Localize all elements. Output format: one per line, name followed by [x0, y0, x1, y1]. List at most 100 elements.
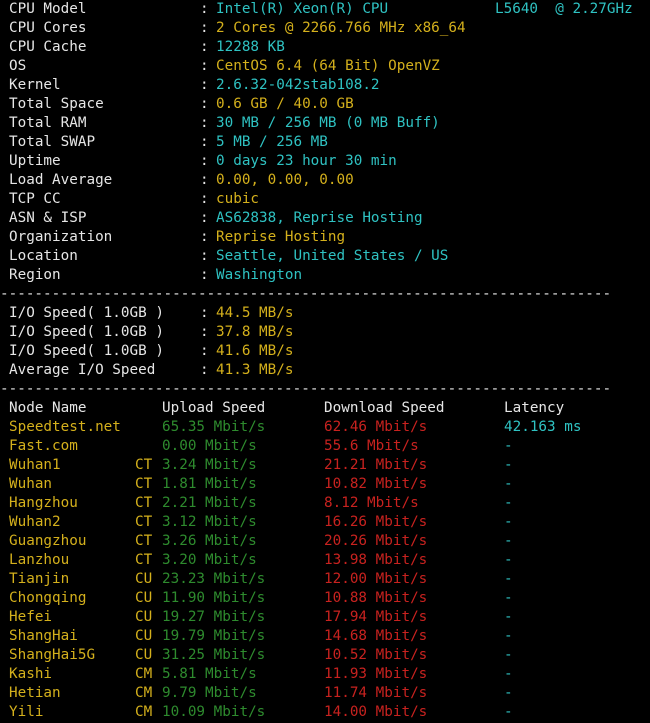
speed-row: Wuhan2 CT 3.12 Mbit/s 16.26 Mbit/s - — [0, 513, 650, 532]
upload-speed: 9.79 Mbit/s — [162, 685, 257, 701]
sysinfo-value: Seattle, United States / US — [216, 248, 449, 264]
io-row: I/O Speed( 1.0GB ):37.8 MB/s — [0, 323, 650, 342]
speed-row: Hetian CM 9.79 Mbit/s 11.74 Mbit/s - — [0, 684, 650, 703]
node-name: Fast.com — [9, 438, 78, 454]
isp-label: CU — [135, 571, 153, 587]
separator: : — [200, 210, 209, 226]
upload-speed: 3.12 Mbit/s — [162, 514, 257, 530]
upload-speed: 31.25 Mbit/s — [162, 647, 266, 663]
sysinfo-key: TCP CC — [9, 191, 61, 207]
sysinfo-row: Organization: Reprise Hosting — [0, 228, 650, 247]
speed-row: Wuhan CT 1.81 Mbit/s 10.82 Mbit/s - — [0, 475, 650, 494]
node-name: Chongqing — [9, 590, 87, 606]
node-name: Guangzhou — [9, 533, 87, 549]
terminal-window[interactable]: CPU Model: Intel(R) Xeon(R) CPU L5640 @ 2.… — [0, 0, 650, 723]
divider: ----------------------------------------… — [0, 380, 650, 399]
isp-label: CU — [135, 590, 153, 606]
separator: : — [200, 343, 209, 359]
download-speed: 55.6 Mbit/s — [324, 438, 419, 454]
sysinfo-key: OS — [9, 58, 27, 74]
sysinfo-row: CPU Cache:12288 KB — [0, 38, 650, 57]
upload-speed: 65.35 Mbit/s — [162, 419, 266, 435]
sysinfo-row: Total RAM:30 MB / 256 MB (0 MB Buff) — [0, 114, 650, 133]
header-download: Download Speed — [324, 400, 445, 416]
node-name: Speedtest.net — [9, 419, 121, 435]
download-speed: 17.94 Mbit/s — [324, 609, 428, 625]
sysinfo-value: 12288 KB — [216, 39, 285, 55]
node-name: Kashi — [9, 666, 53, 682]
sysinfo-key: Total Space — [9, 96, 104, 112]
latency: - — [504, 495, 513, 511]
download-speed: 16.26 Mbit/s — [324, 514, 428, 530]
separator: : — [200, 248, 209, 264]
io-value: 41.6 MB/s — [216, 343, 294, 359]
latency: - — [504, 609, 513, 625]
isp-label: CM — [135, 685, 153, 701]
separator: : — [200, 172, 209, 188]
separator: : — [200, 229, 209, 245]
sysinfo-key: Organization — [9, 229, 113, 245]
sysinfo-row: Location: Seattle, United States / US — [0, 247, 650, 266]
speed-row: Chongqing CU 11.90 Mbit/s 10.88 Mbit/s - — [0, 589, 650, 608]
sysinfo-key: Kernel — [9, 77, 61, 93]
download-speed: 11.74 Mbit/s — [324, 685, 428, 701]
separator: : — [200, 20, 209, 36]
speed-header: Node Name Upload Speed Download Speed Laten… — [0, 399, 650, 418]
sysinfo-row: Total Space:0.6 GB / 40.0 GB — [0, 95, 650, 114]
speed-row: Hefei CU 19.27 Mbit/s 17.94 Mbit/s - — [0, 608, 650, 627]
separator: : — [200, 1, 209, 17]
download-speed: 13.98 Mbit/s — [324, 552, 428, 568]
isp-label: CU — [135, 609, 153, 625]
sysinfo-key: CPU Cache — [9, 39, 87, 55]
sysinfo-row: Uptime:0 days 23 hour 30 min — [0, 152, 650, 171]
separator: : — [200, 191, 209, 207]
latency: - — [504, 552, 513, 568]
node-name: Tianjin — [9, 571, 70, 587]
separator: : — [200, 58, 209, 74]
speed-row: Yili CM 10.09 Mbit/s 14.00 Mbit/s - — [0, 703, 650, 722]
sysinfo-row: TCP CC: cubic — [0, 190, 650, 209]
separator: : — [200, 362, 209, 378]
upload-speed: 3.20 Mbit/s — [162, 552, 257, 568]
download-speed: 10.82 Mbit/s — [324, 476, 428, 492]
isp-label: CT — [135, 514, 153, 530]
node-name: ShangHai5G — [9, 647, 96, 663]
sysinfo-key: Total SWAP — [9, 134, 96, 150]
sysinfo-row: CPU Model: Intel(R) Xeon(R) CPU L5640 @ 2.… — [0, 0, 650, 19]
io-key: I/O Speed( 1.0GB ) — [9, 324, 164, 340]
download-speed: 62.46 Mbit/s — [324, 419, 428, 435]
sysinfo-row: CPU Cores:2 Cores @ 2266.766 MHz x86_64 — [0, 19, 650, 38]
io-row: Average I/O Speed:41.3 MB/s — [0, 361, 650, 380]
latency: - — [504, 647, 513, 663]
speed-row: Wuhan1 CT 3.24 Mbit/s 21.21 Mbit/s - — [0, 456, 650, 475]
node-name: Wuhan1 — [9, 457, 61, 473]
node-name: Yili — [9, 704, 44, 720]
separator: : — [200, 96, 209, 112]
sysinfo-key: Uptime — [9, 153, 61, 169]
upload-speed: 0.00 Mbit/s — [162, 438, 257, 454]
download-speed: 11.93 Mbit/s — [324, 666, 428, 682]
sysinfo-value: 30 MB / 256 MB (0 MB Buff) — [216, 115, 440, 131]
isp-label: CM — [135, 704, 153, 720]
latency: - — [504, 533, 513, 549]
node-name: Hefei — [9, 609, 53, 625]
isp-label: CT — [135, 457, 153, 473]
header-upload: Upload Speed — [162, 400, 266, 416]
download-speed: 10.52 Mbit/s — [324, 647, 428, 663]
sysinfo-key: Region — [9, 267, 61, 283]
isp-label: CT — [135, 552, 153, 568]
latency: 42.163 ms — [504, 419, 582, 435]
sysinfo-value: 0.6 GB / 40.0 GB — [216, 96, 354, 112]
download-speed: 21.21 Mbit/s — [324, 457, 428, 473]
io-row: I/O Speed( 1.0GB ):44.5 MB/s — [0, 304, 650, 323]
sysinfo-value: Reprise Hosting — [216, 229, 346, 245]
sysinfo-key: ASN & ISP — [9, 210, 87, 226]
node-name: Hangzhou — [9, 495, 78, 511]
latency: - — [504, 457, 513, 473]
sysinfo-value: cubic — [216, 191, 260, 207]
sysinfo-value: 2.6.32-042stab108.2 — [216, 77, 380, 93]
header-node-name: Node Name — [9, 400, 87, 416]
download-speed: 10.88 Mbit/s — [324, 590, 428, 606]
node-name: Hetian — [9, 685, 61, 701]
separator: : — [200, 115, 209, 131]
